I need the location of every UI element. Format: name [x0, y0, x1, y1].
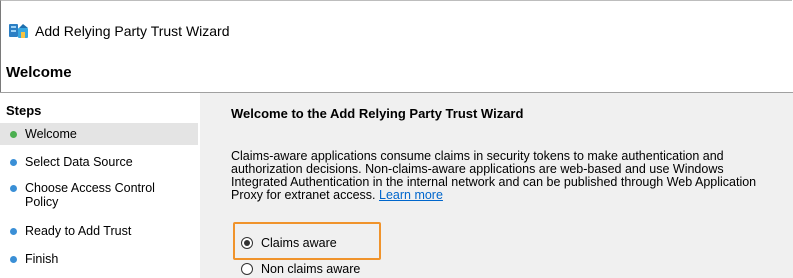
- step-select-data-source[interactable]: Select Data Source: [0, 155, 198, 169]
- non-claims-aware-label: Non claims aware: [261, 262, 361, 276]
- step-choose-access-control-policy[interactable]: Choose Access Control Policy: [0, 181, 198, 209]
- step-pending-icon: [10, 159, 17, 166]
- steps-sidebar: Steps Welcome Select Data Source Choose …: [0, 93, 200, 278]
- title-bar: Add Relying Party Trust Wizard: [8, 20, 230, 42]
- step-label: Choose Access Control Policy: [25, 181, 155, 209]
- step-label: Finish: [25, 252, 59, 266]
- steps-title: Steps: [6, 103, 42, 118]
- relying-party-icon: [8, 22, 30, 40]
- window-title: Add Relying Party Trust Wizard: [35, 23, 230, 39]
- content-heading: Welcome to the Add Relying Party Trust W…: [231, 106, 524, 121]
- step-pending-icon: [10, 185, 17, 192]
- description-body: Claims-aware applications consume claims…: [231, 149, 757, 202]
- step-ready-to-add-trust[interactable]: Ready to Add Trust: [0, 224, 198, 238]
- step-label: Select Data Source: [25, 155, 133, 169]
- radio-unselected-icon[interactable]: [241, 263, 253, 275]
- step-label: Welcome: [25, 127, 77, 141]
- step-pending-icon: [10, 256, 17, 263]
- learn-more-link[interactable]: Learn more: [379, 188, 443, 202]
- step-complete-icon: [10, 130, 17, 138]
- description-text: Claims-aware applications consume claims…: [231, 150, 779, 202]
- step-finish[interactable]: Finish: [0, 252, 198, 266]
- step-pending-icon: [10, 228, 17, 235]
- step-welcome[interactable]: Welcome: [0, 123, 198, 145]
- step-label: Ready to Add Trust: [25, 224, 132, 238]
- highlight-box: [233, 222, 381, 260]
- non-claims-aware-option[interactable]: Non claims aware: [241, 262, 360, 276]
- page-title: Welcome: [6, 64, 72, 81]
